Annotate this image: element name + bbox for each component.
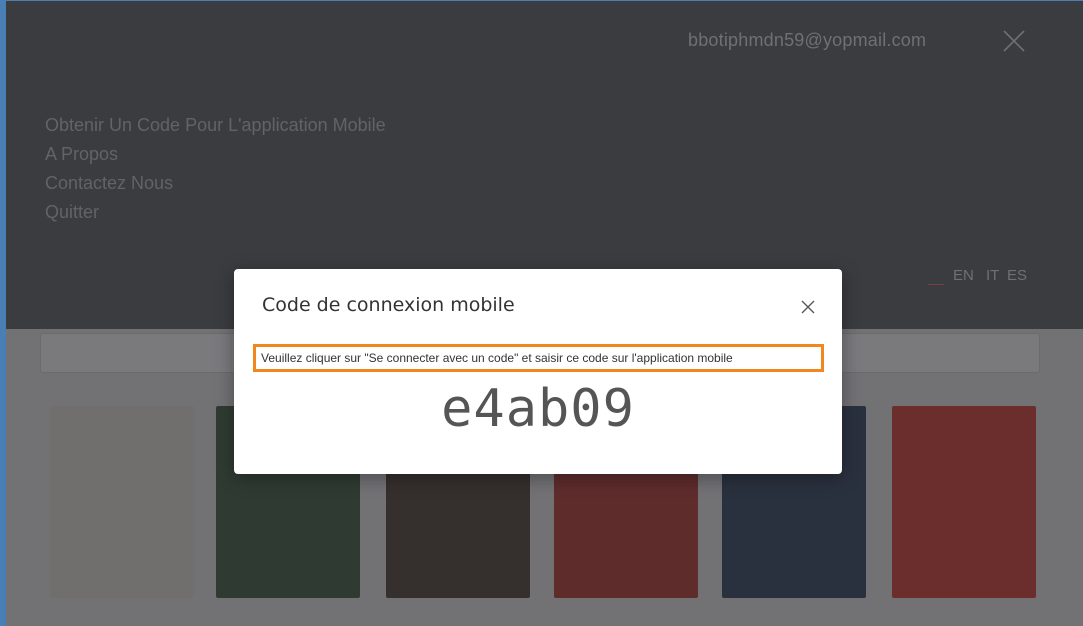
language-es[interactable]: ES bbox=[1007, 267, 1027, 284]
close-icon[interactable] bbox=[800, 299, 816, 315]
menu-item-contact[interactable]: Contactez Nous bbox=[45, 169, 386, 198]
dialog-title: Code de connexion mobile bbox=[262, 294, 515, 316]
language-it[interactable]: IT bbox=[986, 267, 999, 284]
login-code: e4ab09 bbox=[441, 379, 635, 439]
app-frame: bbotiphmdn59@yopmail.com Obtenir Un Code… bbox=[0, 0, 1083, 626]
language-en[interactable]: EN bbox=[953, 267, 974, 284]
mobile-login-code-dialog: Code de connexion mobile Veuillez clique… bbox=[234, 269, 842, 474]
menu-item-about[interactable]: A Propos bbox=[45, 140, 386, 169]
close-icon[interactable] bbox=[1002, 29, 1026, 53]
dialog-instruction: Veuillez cliquer sur "Se connecter avec … bbox=[253, 344, 824, 372]
menu-list: Obtenir Un Code Pour L'application Mobil… bbox=[45, 111, 386, 227]
menu-item-quit[interactable]: Quitter bbox=[45, 198, 386, 227]
menu-item-mobile-code[interactable]: Obtenir Un Code Pour L'application Mobil… bbox=[45, 111, 386, 140]
language-fr-flag[interactable] bbox=[928, 267, 944, 285]
account-email: bbotiphmdn59@yopmail.com bbox=[688, 30, 927, 50]
